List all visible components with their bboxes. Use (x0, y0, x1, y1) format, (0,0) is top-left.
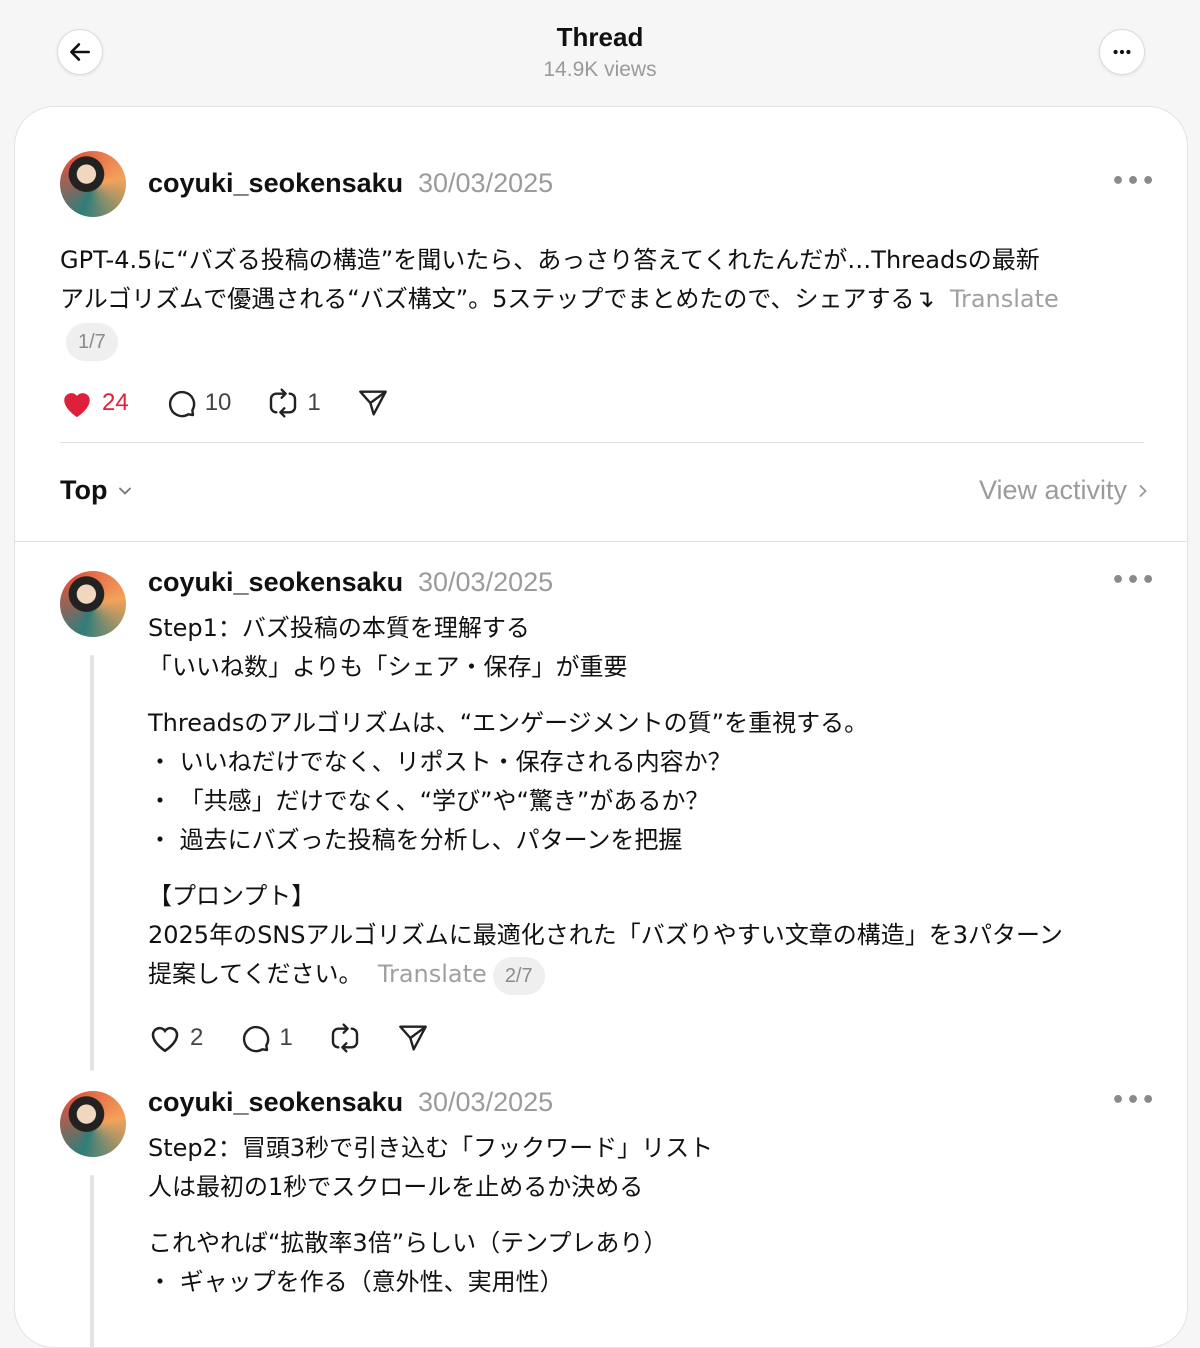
post-date: 30/03/2025 (418, 168, 554, 198)
share-button[interactable] (357, 387, 389, 419)
sort-dropdown[interactable]: Top (60, 475, 135, 506)
reply-line: Step1：バズ投稿の本質を理解する (148, 614, 530, 642)
reply-line: これやれば“拡散率3倍”らしい（テンプレあり） (148, 1229, 668, 1257)
post-body: GPT-4.5に“バズる投稿の構造”を聞いたら、あっさり答えてくれたんだが…Th… (60, 241, 1150, 361)
translate-link[interactable]: Translate (378, 960, 487, 988)
reply-body: Step1：バズ投稿の本質を理解する 「いいね数」よりも「シェア・保存」が重要 … (148, 609, 1158, 995)
reply-date: 30/03/2025 (418, 567, 554, 597)
top-bar: Thread 14.9K views (0, 0, 1200, 106)
repost-icon (331, 1023, 358, 1053)
repost-count: 1 (307, 389, 321, 416)
heart-icon (151, 1026, 179, 1053)
reply-line: ・ 「共感」だけでなく、“学び”や“驚き”があるか？ (148, 787, 710, 815)
reply-count: 10 (204, 389, 232, 416)
sort-label: Top (60, 475, 108, 505)
repost-icon (270, 388, 297, 418)
reply-date: 30/03/2025 (418, 1087, 554, 1117)
thread-connector (90, 655, 94, 1071)
translate-link[interactable]: Translate (950, 285, 1059, 313)
avatar[interactable] (60, 151, 126, 217)
reply-count: 1 (279, 1024, 293, 1051)
reply-username[interactable]: coyuki_seokensaku (148, 1087, 403, 1118)
reply-line: Step2：冒頭3秒で引き込む「フックワード」リスト (148, 1134, 714, 1162)
more-options-button[interactable] (1099, 29, 1145, 75)
post-actions: 24 10 1 (60, 383, 425, 423)
repost-button[interactable] (329, 1022, 361, 1054)
comment-icon (168, 390, 195, 418)
chevron-down-icon (119, 487, 132, 495)
reply-line: 【プロンプト】 (148, 882, 316, 910)
reply-line: 提案してください。 (148, 960, 363, 988)
comment-icon (243, 1025, 270, 1053)
avatar[interactable] (60, 1091, 126, 1157)
post-line: GPT-4.5に“バズる投稿の構造”を聞いたら、あっさり答えてくれたんだが…Th… (60, 246, 1040, 274)
thread-card: coyuki_seokensaku 30/03/2025 ••• GPT-4.5… (14, 106, 1188, 1348)
like-button[interactable]: 2 (148, 1022, 203, 1054)
page-title: Thread (556, 22, 644, 52)
thread-pager: 2/7 (492, 957, 545, 995)
pager-row: 1/7 (60, 321, 1150, 361)
reply-body: Step2：冒頭3秒で引き込む「フックワード」リスト 人は最初の1秒でスクロール… (148, 1129, 1158, 1302)
reply-last-line-wrap: 提案してください。 Translate 2/7 (148, 955, 1158, 995)
reply-username[interactable]: coyuki_seokensaku (148, 567, 403, 598)
like-button[interactable]: 24 (60, 387, 129, 419)
view-count: 14.9K views (543, 58, 657, 81)
avatar[interactable] (60, 571, 126, 637)
like-count: 24 (102, 389, 129, 416)
send-icon (358, 390, 387, 416)
thread-connector (90, 1175, 94, 1347)
reply-line: 2025年のSNSアルゴリズムに最適化された「バズりやすい文章の構造」を3パター… (148, 921, 1063, 949)
send-icon (398, 1025, 427, 1051)
reply-button[interactable]: 1 (239, 1022, 293, 1054)
divider (60, 442, 1144, 443)
share-button[interactable] (397, 1022, 429, 1054)
repost-button[interactable]: 1 (267, 387, 321, 419)
chevron-right-icon (1139, 484, 1147, 497)
reply-line: ・ いいねだけでなく、リポスト・保存される内容か？ (148, 748, 732, 776)
post-line-wrap: アルゴリズムで優遇される“バズ構文”。5ステップでまとめたので、シェアする↴ T… (60, 280, 1150, 319)
reply-button[interactable]: 10 (165, 387, 232, 419)
reply-actions: 2 1 (148, 1018, 465, 1058)
reply-more-icon[interactable]: ••• (1111, 568, 1156, 593)
divider (15, 541, 1187, 542)
reply-line: 「いいね数」よりも「シェア・保存」が重要 (148, 653, 628, 681)
more-horizontal-icon (1113, 49, 1131, 55)
post-username[interactable]: coyuki_seokensaku (148, 168, 403, 199)
like-count: 2 (190, 1024, 204, 1051)
reply-line: ・ ギャップを作る（意外性、実用性） (148, 1268, 564, 1296)
reply-line: Threadsのアルゴリズムは、“エンゲージメントの質”を重視する。 (148, 709, 869, 737)
thread-pager: 1/7 (66, 323, 118, 361)
post-more-icon[interactable]: ••• (1111, 169, 1156, 194)
heart-filled-icon (64, 393, 90, 418)
reply-more-icon[interactable]: ••• (1111, 1088, 1156, 1113)
view-activity-link[interactable]: View activity (979, 475, 1153, 506)
view-activity-label: View activity (978, 475, 1127, 505)
post-line: アルゴリズムで優遇される“バズ構文”。5ステップでまとめたので、シェアする↴ (60, 285, 935, 313)
reply-line: 人は最初の1秒でスクロールを止めるか決める (148, 1173, 644, 1201)
reply-line: ・ 過去にバズった投稿を分析し、パターンを把握 (148, 826, 683, 854)
